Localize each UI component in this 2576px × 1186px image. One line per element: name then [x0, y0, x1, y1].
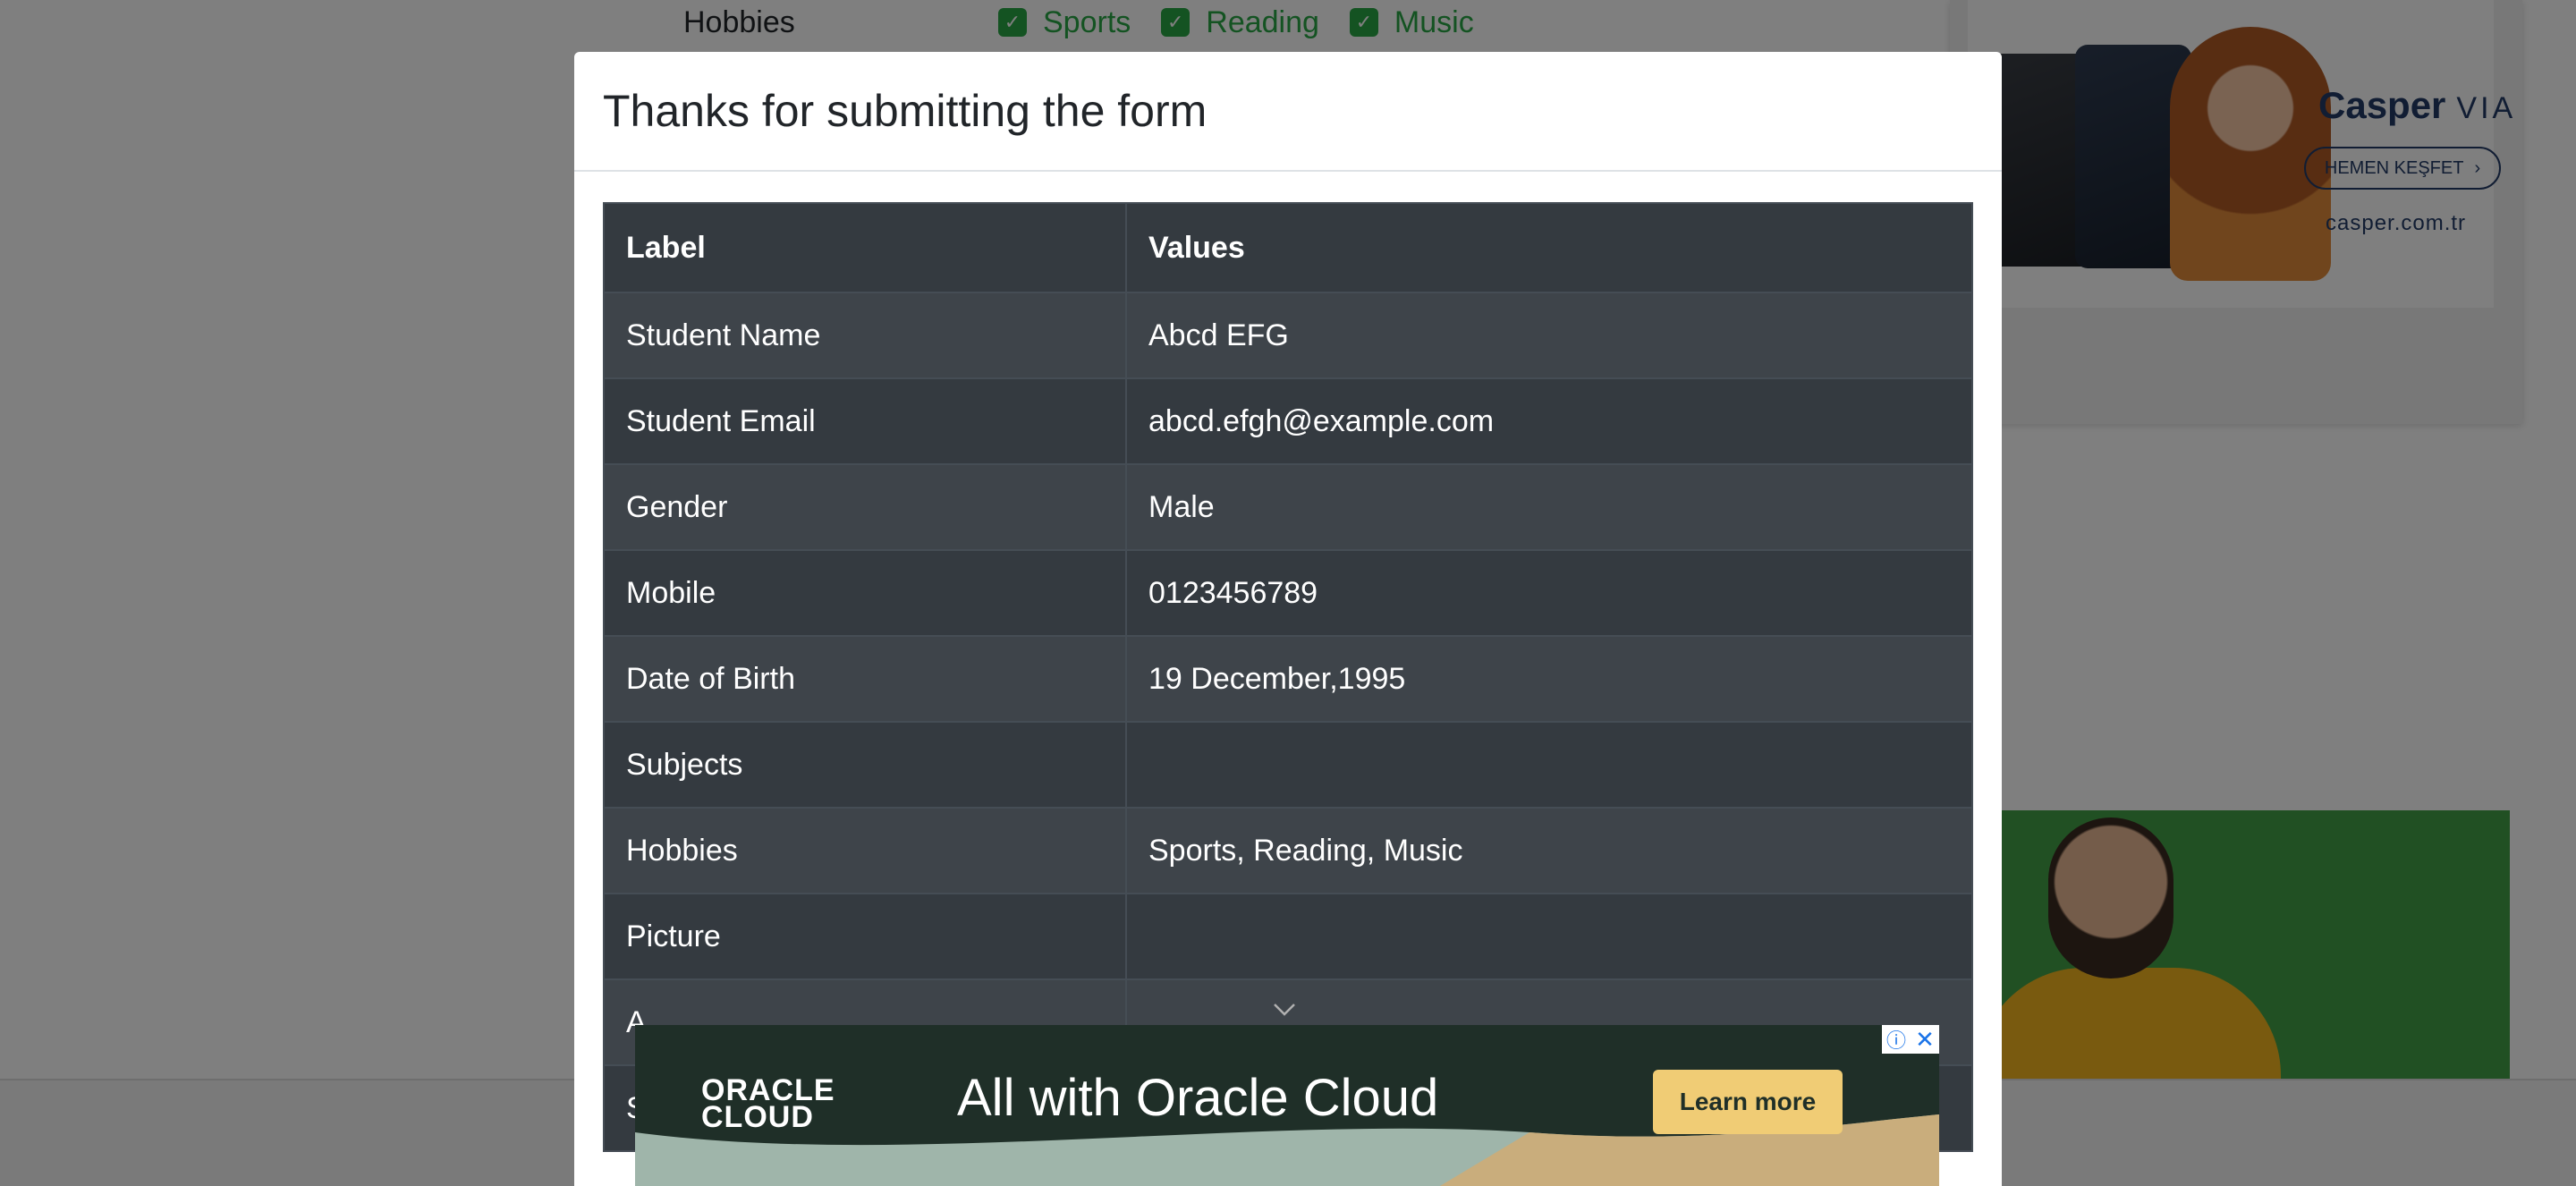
row-value: Sports, Reading, Music: [1125, 807, 1973, 894]
modal-title: Thanks for submitting the form: [603, 86, 1208, 136]
row-label: Mobile: [603, 549, 1127, 637]
table-row: Date of Birth 19 December,1995: [603, 635, 1973, 723]
row-value: Abcd EFG: [1125, 292, 1973, 379]
row-value: abcd.efgh@example.com: [1125, 377, 1973, 465]
close-icon[interactable]: ✕: [1911, 1025, 1939, 1054]
chevron-down-icon[interactable]: [1272, 996, 1297, 1021]
row-value: [1125, 893, 1973, 980]
page: Hobbies ✓ Sports ✓ Reading ✓ Music Caspe…: [0, 0, 2576, 1186]
table-row: Student Email abcd.efgh@example.com: [603, 377, 1973, 465]
oracle-headline: All with Oracle Cloud: [957, 1069, 1439, 1127]
table-header-row: Label Values: [603, 202, 1973, 293]
oracle-logo-line2: CLOUD: [701, 1100, 814, 1134]
modal-header: Thanks for submitting the form: [574, 52, 2002, 172]
row-label: Date of Birth: [603, 635, 1127, 723]
row-label: Hobbies: [603, 807, 1127, 894]
table-row: Hobbies Sports, Reading, Music: [603, 807, 1973, 894]
table-row: Student Name Abcd EFG: [603, 292, 1973, 379]
table-row: Gender Male: [603, 463, 1973, 551]
row-label: Picture: [603, 893, 1127, 980]
row-label: Student Name: [603, 292, 1127, 379]
row-label: Gender: [603, 463, 1127, 551]
learn-more-button[interactable]: Learn more: [1653, 1070, 1843, 1134]
row-value: 0123456789: [1125, 549, 1973, 637]
row-value: [1125, 721, 1973, 809]
table-row: Subjects: [603, 721, 1973, 809]
row-value: Male: [1125, 463, 1973, 551]
table-row: Mobile 0123456789: [603, 549, 1973, 637]
row-value: 19 December,1995: [1125, 635, 1973, 723]
row-label: Subjects: [603, 721, 1127, 809]
column-header-label: Label: [603, 202, 1127, 293]
adchoices-icon[interactable]: ⓘ: [1882, 1025, 1911, 1054]
oracle-logo: ORACLE CLOUD: [701, 1075, 835, 1134]
table-row: Picture: [603, 893, 1973, 980]
oracle-ad[interactable]: ORACLE CLOUD All with Oracle Cloud Learn…: [635, 1025, 1939, 1186]
row-label: Student Email: [603, 377, 1127, 465]
column-header-values: Values: [1125, 202, 1973, 293]
